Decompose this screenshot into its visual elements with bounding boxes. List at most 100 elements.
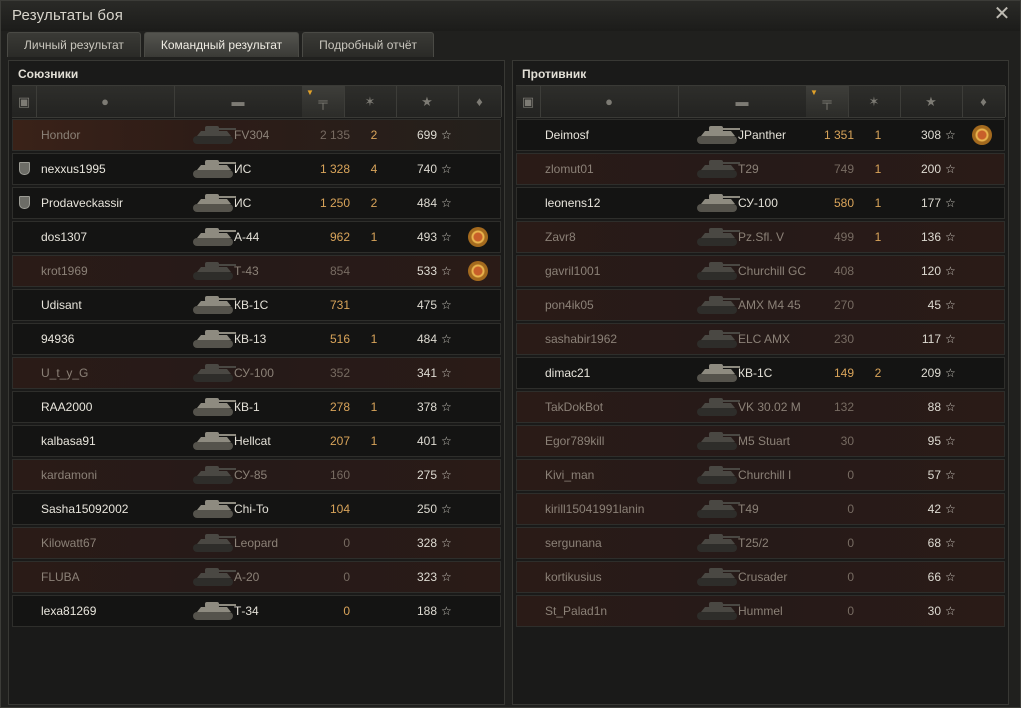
player-row[interactable]: St_Palad1n Hummel 0 30 ☆: [516, 595, 1005, 627]
tab-detailed-report[interactable]: Подробный отчёт: [302, 32, 435, 57]
kills-value: [866, 426, 890, 456]
xp-value: 30: [927, 604, 941, 618]
platoon-icon: [19, 162, 30, 175]
tab-team-result[interactable]: Командный результат: [143, 32, 300, 57]
player-row[interactable]: Deimosf JPanther 1 351 1 308 ☆: [516, 119, 1005, 151]
vehicle-name: Т-43: [234, 264, 259, 278]
column-xp-header[interactable]: ★: [396, 86, 459, 117]
vehicle-name: Hummel: [738, 604, 783, 618]
medal-icon[interactable]: [972, 125, 992, 145]
xp-value: 328: [416, 536, 437, 550]
player-row[interactable]: Udisant КВ-1С 731 475 ☆: [12, 289, 501, 321]
xp-value: 136: [920, 230, 941, 244]
player-row[interactable]: lexa81269 Т-34 0 188 ☆: [12, 595, 501, 627]
column-kills-header[interactable]: ✶: [344, 86, 397, 117]
player-name: kardamoni: [41, 468, 98, 482]
kills-value: 1: [370, 230, 378, 244]
damage-value: 2 135: [319, 128, 350, 142]
player-row[interactable]: zlomut01 T29 749 1 200 ☆: [516, 153, 1005, 185]
column-kills-header[interactable]: ✶: [848, 86, 901, 117]
player-row[interactable]: kalbasa91 Hellcat 207 1 401 ☆: [12, 425, 501, 457]
player-row[interactable]: dos1307 А-44 962 1 493 ☆: [12, 221, 501, 253]
kills-value: 1: [370, 400, 378, 414]
player-row[interactable]: Kilowatt67 Leopard 0 328 ☆: [12, 527, 501, 559]
player-row[interactable]: Sasha15092002 Chi-To 104 250 ☆: [12, 493, 501, 525]
player-row[interactable]: Kivi_man Churchill I 0 57 ☆: [516, 459, 1005, 491]
tank-icon: [187, 122, 241, 149]
kills-value: [866, 460, 890, 490]
xp-star-icon: ☆: [945, 400, 956, 414]
tank-icon: [187, 258, 241, 285]
medal-icon[interactable]: [468, 227, 488, 247]
player-row[interactable]: gavril1001 Churchill GC 408 120 ☆: [516, 255, 1005, 287]
column-vehicle-header[interactable]: ▬: [678, 86, 807, 117]
player-row[interactable]: leonens12 СУ-100 580 1 177 ☆: [516, 187, 1005, 219]
allies-header: ▣ ● ▬ ▼ ╤ ✶ ★ ♦: [12, 85, 502, 118]
tank-icon: [691, 190, 745, 217]
kills-value: 2: [370, 128, 378, 142]
player-row[interactable]: sergunana T25/2 0 68 ☆: [516, 527, 1005, 559]
player-row[interactable]: kardamoni СУ-85 160 275 ☆: [12, 459, 501, 491]
xp-star-icon: ☆: [945, 298, 956, 312]
column-player-header[interactable]: ●: [36, 86, 175, 117]
damage-value: 731: [329, 298, 350, 312]
vehicle-name: T25/2: [738, 536, 769, 550]
xp-value: 378: [416, 400, 437, 414]
player-name: kortikusius: [545, 570, 602, 584]
close-icon[interactable]: ✕: [992, 4, 1012, 24]
player-row[interactable]: TakDokBot VK 30.02 M 132 88 ☆: [516, 391, 1005, 423]
medal-icon[interactable]: [468, 261, 488, 281]
column-player-header[interactable]: ●: [540, 86, 679, 117]
tank-icon: [691, 292, 745, 319]
vehicle-name: ELC AMX: [738, 332, 791, 346]
xp-star-icon: ☆: [945, 604, 956, 618]
tab-bar: Личный результат Командный результат Под…: [7, 32, 437, 58]
column-medal-header[interactable]: ♦: [458, 86, 502, 117]
xp-value: 66: [927, 570, 941, 584]
column-vehicle-header[interactable]: ▬: [174, 86, 303, 117]
player-row[interactable]: U_t_y_G СУ-100 352 341 ☆: [12, 357, 501, 389]
player-row[interactable]: nexxus1995 ИС 1 328 4 740 ☆: [12, 153, 501, 185]
kills-value: 4: [370, 162, 378, 176]
column-squad-header[interactable]: ▣: [12, 86, 37, 117]
platoon-icon: [19, 196, 30, 209]
player-row[interactable]: Hondor FV304 2 135 2 699 ☆: [12, 119, 501, 151]
player-row[interactable]: Egor789kill M5 Stuart 30 95 ☆: [516, 425, 1005, 457]
player-row[interactable]: krot1969 Т-43 854 533 ☆: [12, 255, 501, 287]
player-row[interactable]: Prodaveckassir ИС 1 250 2 484 ☆: [12, 187, 501, 219]
window-title: Результаты боя: [12, 7, 124, 24]
damage-value: 0: [343, 604, 350, 618]
player-row[interactable]: RAA2000 КВ-1 278 1 378 ☆: [12, 391, 501, 423]
player-name: sergunana: [545, 536, 602, 550]
column-xp-header[interactable]: ★: [900, 86, 963, 117]
player-row[interactable]: sashabir1962 ELC AMX 230 117 ☆: [516, 323, 1005, 355]
vehicle-name: Chi-To: [234, 502, 269, 516]
vehicle-name: СУ-85: [234, 468, 268, 482]
player-name: leonens12: [545, 196, 601, 210]
vehicle-name: T29: [738, 162, 759, 176]
player-name: TakDokBot: [545, 400, 604, 414]
column-squad-header[interactable]: ▣: [516, 86, 541, 117]
player-row[interactable]: FLUBA А-20 0 323 ☆: [12, 561, 501, 593]
column-damage-header[interactable]: ▼ ╤: [302, 86, 345, 117]
player-name: kirill15041991lanin: [545, 502, 645, 516]
player-row[interactable]: 94936 КВ-13 516 1 484 ☆: [12, 323, 501, 355]
player-row[interactable]: pon4ik05 AMX M4 45 270 45 ☆: [516, 289, 1005, 321]
player-row[interactable]: Zavr8 Pz.Sfl. V 499 1 136 ☆: [516, 221, 1005, 253]
tab-personal-result[interactable]: Личный результат: [7, 32, 141, 57]
kills-value: [362, 596, 386, 626]
player-row[interactable]: kortikusius Crusader 0 66 ☆: [516, 561, 1005, 593]
medal-icon: ♦: [476, 94, 483, 109]
xp-value: 475: [416, 298, 437, 312]
player-name: gavril1001: [545, 264, 601, 278]
medal-icon: ♦: [980, 94, 987, 109]
column-damage-header[interactable]: ▼ ╤: [806, 86, 849, 117]
kills-value: 1: [370, 434, 378, 448]
xp-value: 341: [416, 366, 437, 380]
player-row[interactable]: kirill15041991lanin T49 0 42 ☆: [516, 493, 1005, 525]
kills-value: [866, 494, 890, 524]
xp-star-icon: ☆: [441, 536, 452, 550]
player-row[interactable]: dimac21 КВ-1С 149 2 209 ☆: [516, 357, 1005, 389]
column-medal-header[interactable]: ♦: [962, 86, 1006, 117]
damage-value: 0: [847, 502, 854, 516]
